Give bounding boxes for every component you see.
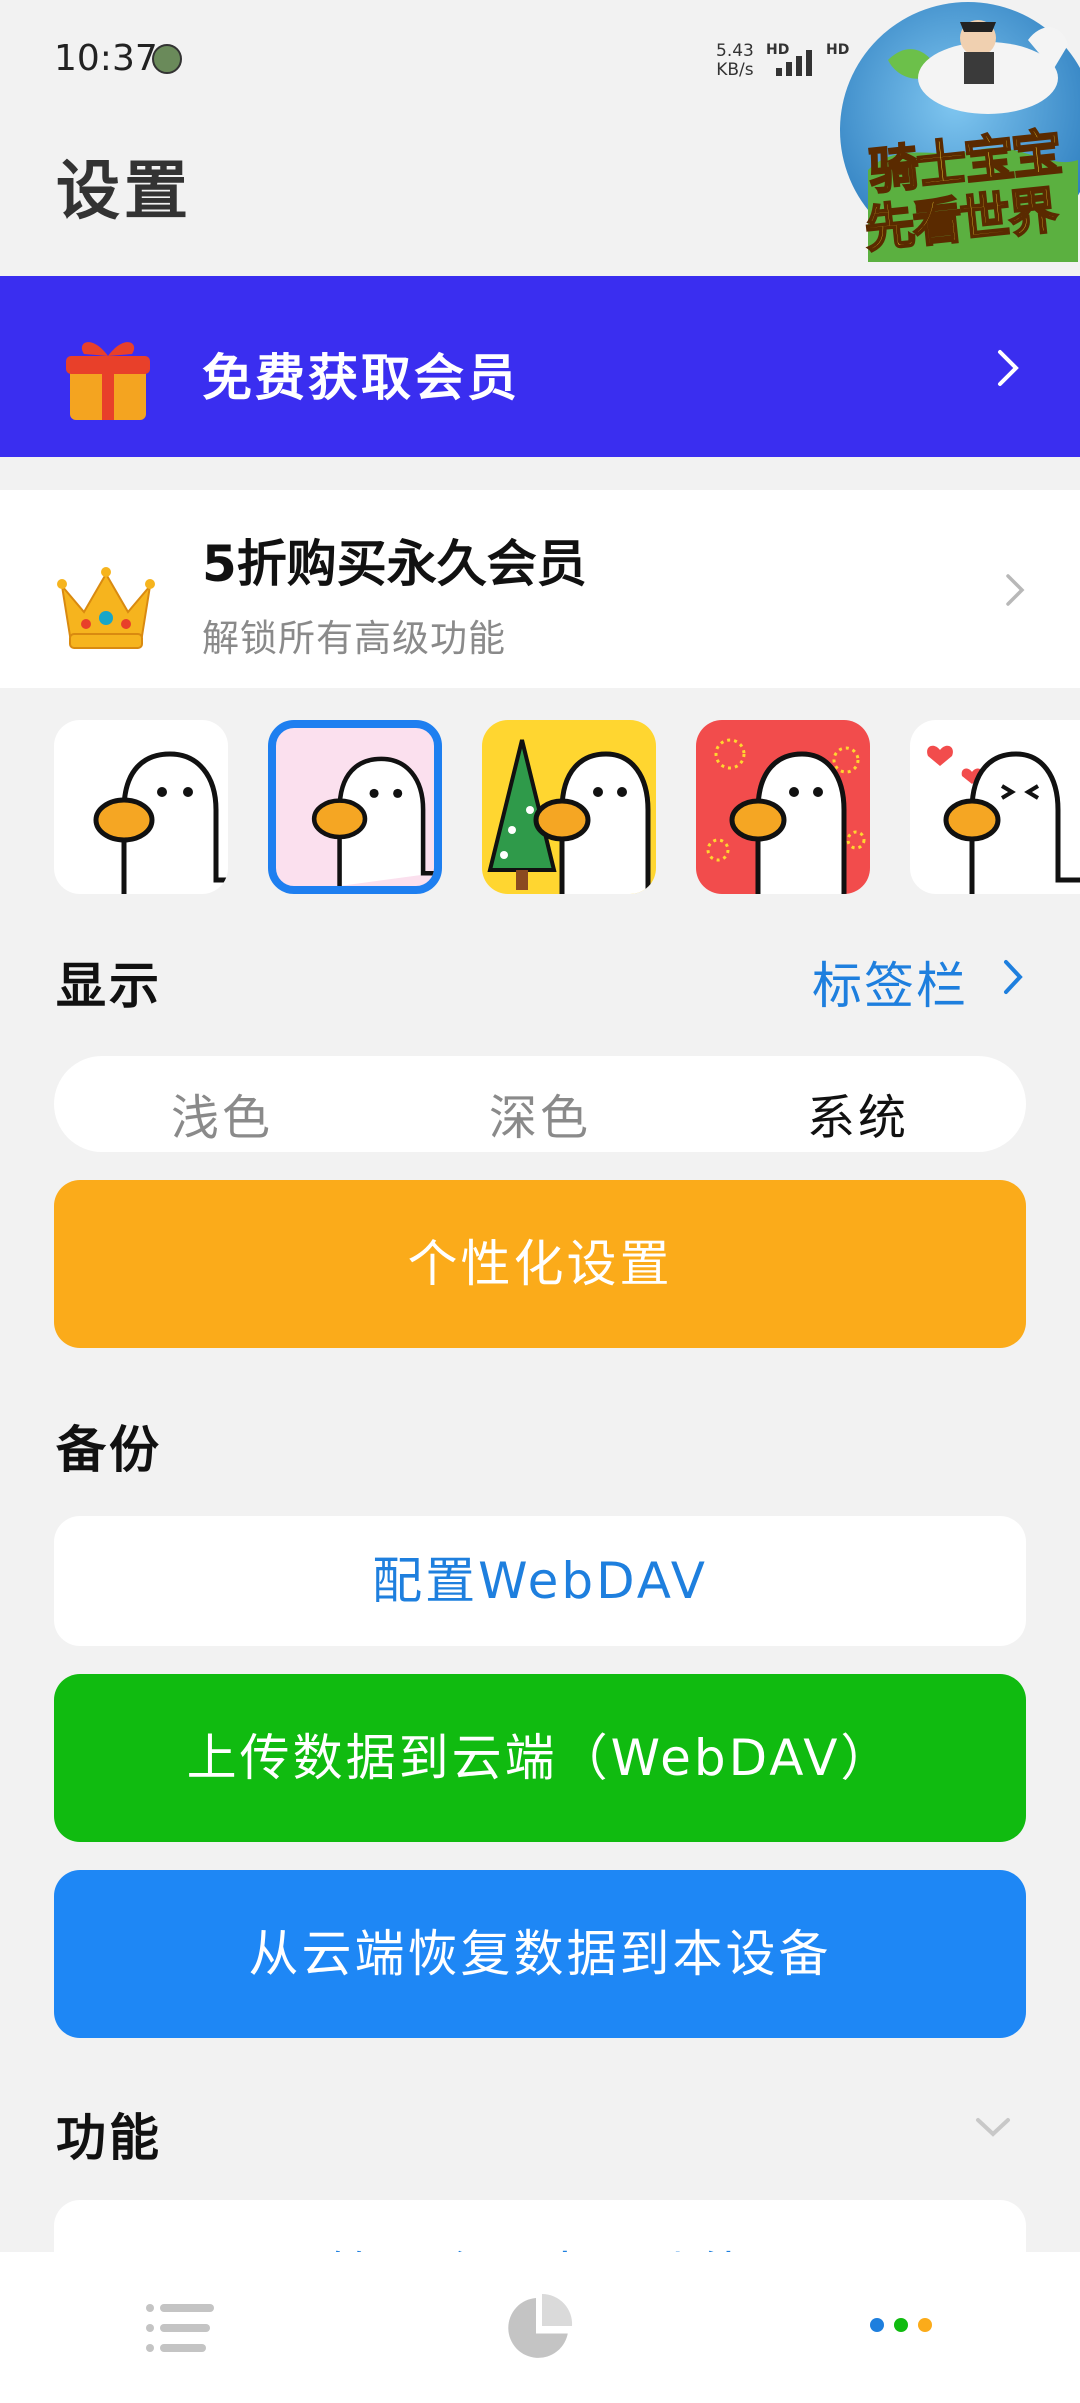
status-time: 10:37 (54, 38, 158, 79)
chevron-right-icon (1006, 574, 1025, 606)
crown-icon (57, 567, 155, 649)
buy-permanent-subtitle: 解锁所有高级功能 (202, 617, 506, 660)
chevron-right-icon (998, 350, 1019, 386)
mode-light-option[interactable]: 浅色 (60, 1078, 384, 1148)
app-notification-icon (152, 44, 182, 74)
network-speed: 5.43 KB/s (716, 42, 754, 80)
theme-duck-hearts[interactable] (910, 720, 1080, 894)
backup-section-title: 备份 (56, 1421, 162, 1479)
upload-to-cloud-button[interactable]: 上传数据到云端（WebDAV） (54, 1674, 1026, 1842)
free-member-label: 免费获取会员 (202, 349, 520, 407)
floating-ad[interactable]: 骑士宝宝 先看世界 (828, 0, 1080, 262)
buy-permanent-title: 5折购买永久会员 (202, 535, 587, 593)
network-speed-unit: KB/s (716, 60, 754, 80)
personalize-button[interactable]: 个性化设置 (54, 1180, 1026, 1348)
chevron-right-icon (1004, 960, 1023, 994)
page-title: 设置 (56, 155, 192, 229)
features-section-title: 功能 (56, 2109, 162, 2167)
theme-duck-christmas[interactable] (482, 720, 656, 894)
display-section-title: 显示 (56, 957, 162, 1015)
tab-bar-link[interactable]: 标签栏 (812, 946, 968, 1018)
pie-chart-icon[interactable] (502, 2292, 574, 2364)
theme-duck-red-festive[interactable] (696, 720, 870, 894)
free-member-banner[interactable] (0, 276, 1080, 457)
restore-from-cloud-button[interactable]: 从云端恢复数据到本设备 (54, 1870, 1026, 2038)
list-icon[interactable] (144, 2300, 214, 2356)
more-dots-icon[interactable] (868, 2316, 934, 2334)
mode-dark-option[interactable]: 深色 (378, 1078, 702, 1148)
theme-duck-white[interactable] (54, 720, 228, 894)
signal-bars-icon (776, 50, 812, 76)
mode-system-option[interactable]: 系统 (696, 1078, 1020, 1148)
configure-webdav-button[interactable]: 配置WebDAV (54, 1516, 1026, 1646)
chevron-down-icon[interactable] (974, 2116, 1012, 2140)
gift-icon (66, 342, 150, 420)
theme-duck-pink[interactable] (268, 720, 442, 894)
network-speed-value: 5.43 (716, 41, 754, 61)
